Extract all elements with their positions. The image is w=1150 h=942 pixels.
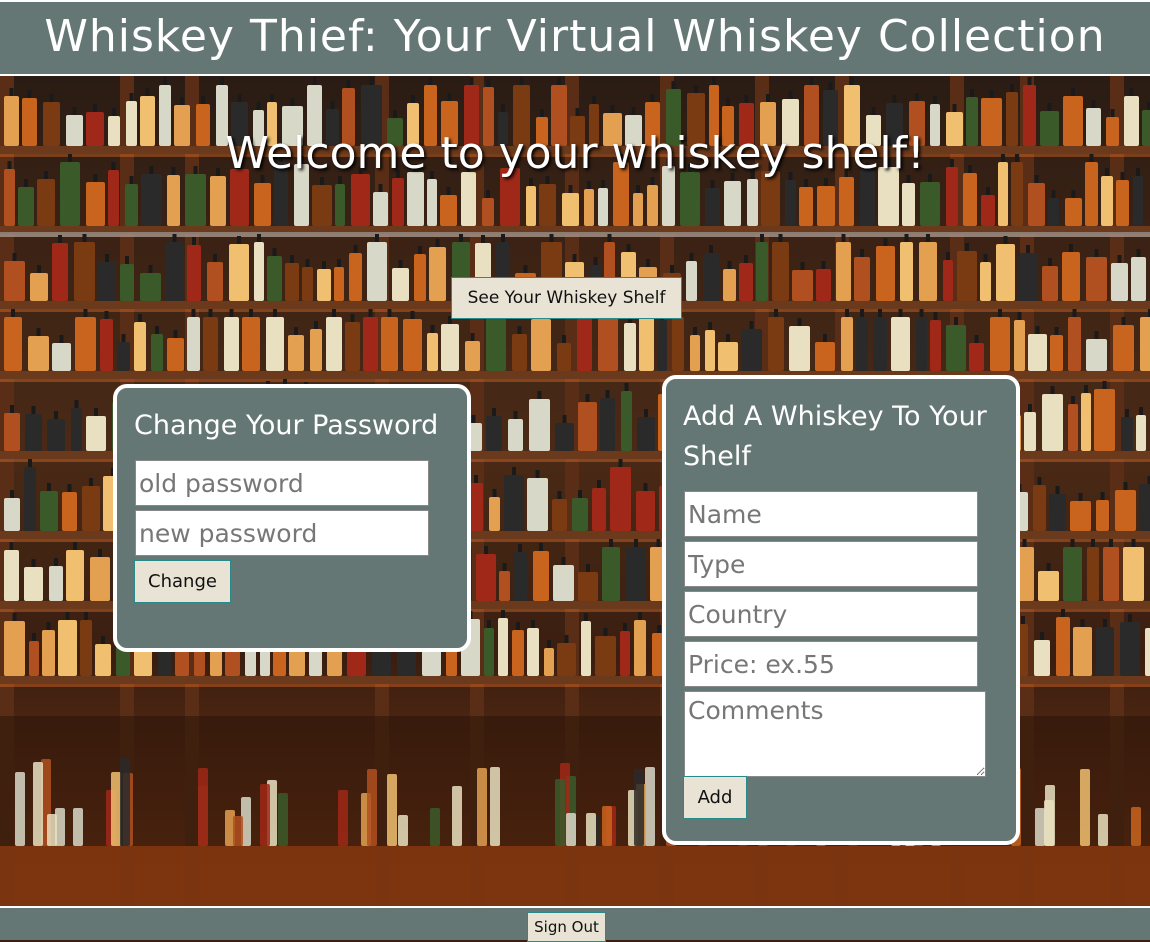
whiskey-name-input[interactable]	[684, 491, 978, 537]
whiskey-price-input[interactable]	[684, 641, 978, 687]
add-whiskey-panel: Add A Whiskey To Your Shelf Add	[662, 375, 1020, 845]
app-header: Whiskey Thief: Your Virtual Whiskey Coll…	[0, 0, 1150, 76]
new-password-input[interactable]	[135, 510, 429, 556]
change-password-title: Change Your Password	[134, 406, 438, 446]
app-footer: Sign Out	[0, 906, 1150, 940]
welcome-heading: Welcome to your whiskey shelf!	[0, 128, 1150, 179]
whiskey-type-input[interactable]	[684, 541, 978, 587]
whiskey-country-input[interactable]	[684, 591, 978, 637]
sign-out-button[interactable]: Sign Out	[527, 912, 606, 942]
see-shelf-button[interactable]: See Your Whiskey Shelf	[451, 277, 682, 319]
whiskey-comments-input[interactable]	[684, 691, 986, 777]
app-title: Whiskey Thief: Your Virtual Whiskey Coll…	[0, 2, 1150, 72]
old-password-input[interactable]	[135, 460, 429, 506]
add-whiskey-button[interactable]: Add	[683, 776, 747, 819]
change-password-panel: Change Your Password Change	[113, 384, 471, 652]
add-whiskey-title: Add A Whiskey To Your Shelf	[683, 397, 1003, 477]
change-password-button[interactable]: Change	[134, 560, 231, 603]
